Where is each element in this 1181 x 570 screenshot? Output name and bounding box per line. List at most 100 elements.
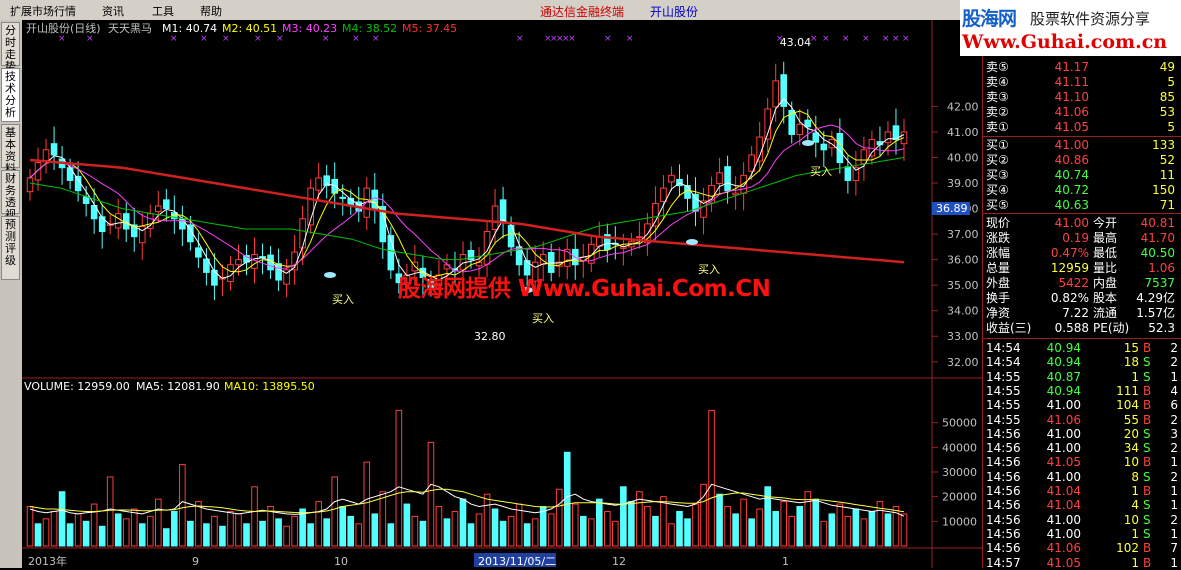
volume-bar (604, 510, 611, 547)
tab-fundamentals[interactable]: 基本资料 (1, 124, 20, 175)
candle-body (235, 259, 242, 266)
volume-bar (98, 525, 106, 547)
candle-body (483, 231, 491, 265)
volume-bar (852, 508, 860, 547)
date-tick-label: 12 (612, 555, 626, 568)
volume-bar (579, 515, 587, 547)
volume-bar (740, 498, 747, 547)
menu-item-help[interactable]: 帮助 (200, 3, 222, 19)
candle-body (114, 213, 122, 229)
volume-bar (812, 498, 820, 547)
volume-bar (106, 476, 114, 547)
date-cursor-label: 2013/11/05/二 (478, 555, 556, 568)
volume-bar (187, 520, 194, 547)
tab-financial[interactable]: 财务透视 (1, 170, 20, 221)
watermark-text: 股海网提供 Www.Guhai.Com.CN (398, 276, 771, 302)
volume-bar (50, 510, 58, 547)
volume-bar (243, 523, 250, 547)
tab-forecast-rating[interactable]: 预测评级 (1, 216, 20, 280)
volume-bar (283, 525, 290, 547)
indicator-name: 天天黑马 (108, 22, 152, 35)
tab-intraday[interactable]: 分时走势 (1, 22, 20, 73)
date-tick-label: 1 (782, 555, 789, 568)
volume-bar (347, 515, 355, 547)
volume-bar (74, 513, 82, 547)
volume-bar (203, 523, 210, 547)
candle-body (884, 131, 892, 144)
volume-bar (499, 520, 507, 547)
volume-bar (395, 409, 403, 547)
volume-bar (788, 515, 796, 547)
volume-bar (323, 518, 330, 547)
candle-body (299, 218, 306, 249)
signal-mark: × (58, 34, 66, 44)
menu-item-extended-market[interactable]: 扩展市场行情 (10, 3, 76, 19)
signal-mark: × (372, 34, 380, 44)
volume-bar (868, 510, 876, 547)
date-tick-label: 9 (192, 555, 199, 568)
volume-bar (467, 523, 475, 547)
volume-bar (708, 409, 715, 547)
menu-item-tools[interactable]: 工具 (152, 3, 174, 19)
volume-bar (660, 496, 667, 547)
volume-bar (547, 513, 555, 547)
volume-bar (299, 508, 306, 547)
signal-mark: × (222, 34, 230, 44)
candle-body (636, 236, 643, 239)
signal-mark: × (842, 34, 850, 44)
signal-mark: × (516, 34, 524, 44)
signal-mark: × (862, 34, 870, 44)
logo-name: 股海网 (962, 8, 1017, 30)
price-tick-label: 34.00 (947, 305, 979, 318)
buy-signal-label: 买入 (332, 293, 354, 306)
high-annotation: 43.04 (780, 36, 812, 49)
window-stock-title: 开山股份 (650, 5, 699, 19)
signal-mark: × (86, 34, 94, 44)
price-tick-label: 36.00 (947, 254, 979, 267)
side-tab-bar: 分时走势 技术分析 基本资料 财务透视 预测评级 (0, 20, 23, 568)
volume-bar (620, 486, 627, 547)
volume-tick-label: 10000 (942, 515, 977, 528)
menu-item-news[interactable]: 资讯 (102, 3, 124, 19)
signal-mark: × (902, 34, 910, 44)
tab-technical-analysis[interactable]: 技术分析 (1, 68, 20, 122)
candle-body (26, 177, 34, 193)
terminal-title: 通达信金融终端 (540, 5, 625, 19)
buy-signal-marker (324, 272, 336, 278)
volume-tick-label: 50000 (942, 417, 977, 430)
buy-signal-marker (802, 140, 814, 146)
signal-mark: × (568, 34, 576, 44)
buy-signal-marker (686, 239, 698, 245)
candle-body (491, 205, 499, 230)
ma-legend-item: M5: 37.45 (402, 22, 457, 35)
buy-signal-label: 买入 (810, 165, 832, 178)
candle-body (716, 172, 723, 185)
svg-text:36.89: 36.89 (936, 202, 968, 215)
ma-legend-item: M4: 38.52 (342, 22, 397, 35)
volume-bar (459, 498, 467, 547)
volume-bar (211, 515, 218, 547)
candle-body (836, 132, 844, 164)
volume-bar (403, 503, 411, 547)
volume-bar (900, 513, 908, 547)
candle-body (804, 119, 812, 128)
volume-bar (34, 523, 42, 547)
candle-body (195, 247, 202, 258)
candle-body (724, 166, 731, 192)
volume-bar (555, 488, 563, 547)
date-tick-label: 2013年 (28, 554, 67, 568)
volume-bar (772, 510, 780, 547)
candle-body (50, 143, 58, 156)
volume-bar (66, 523, 74, 547)
volume-bar (435, 506, 443, 547)
signal-mark: × (200, 34, 208, 44)
volume-bar (587, 518, 595, 547)
volume-bar (595, 498, 603, 547)
logo-url: Www.Guhai.com.cn (962, 31, 1168, 53)
volume-bar (443, 518, 451, 547)
volume-bar (483, 493, 491, 547)
current-price-tag: 36.89 (932, 202, 970, 215)
price-tick-label: 37.00 (947, 228, 979, 241)
signal-mark: × (892, 34, 900, 44)
volume-legend-item: MA5: 12081.90 (136, 380, 220, 393)
